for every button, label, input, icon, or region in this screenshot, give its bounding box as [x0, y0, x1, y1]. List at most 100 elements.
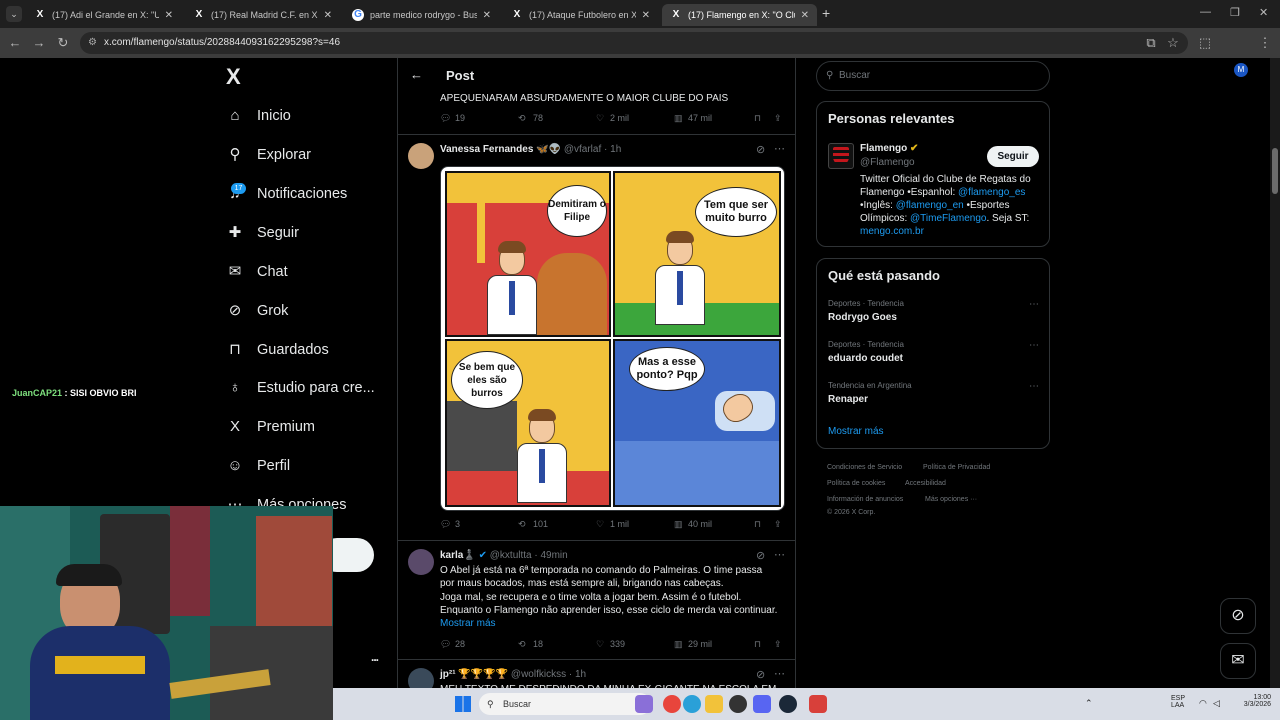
close-window-icon[interactable]: ✕: [1259, 6, 1268, 19]
reply-icon[interactable]: 💬︎: [440, 113, 451, 124]
site-info-icon[interactable]: ⚙: [88, 32, 97, 54]
nav-item[interactable]: ⊘ Grok: [226, 296, 289, 326]
footer-link[interactable]: Política de cookies: [827, 480, 885, 487]
trend-more-icon[interactable]: ⋯: [1029, 340, 1039, 351]
trend-item[interactable]: Renaper: [828, 394, 868, 405]
reply-icon[interactable]: 💬︎: [440, 519, 451, 530]
messages-fab-icon[interactable]: ✉: [1220, 643, 1256, 679]
tweet-more-icon[interactable]: ⋯: [774, 667, 785, 680]
steam-icon[interactable]: [779, 695, 797, 713]
comic-image[interactable]: Demitiram o Filipe Tem que ser muito bur…: [440, 166, 785, 511]
tray-chevron-icon[interactable]: ⌃: [1085, 698, 1093, 709]
cast-icon[interactable]: ⧉: [1142, 34, 1160, 52]
new-tab-button[interactable]: +: [822, 5, 830, 21]
nav-item[interactable]: ☺ Perfil: [226, 451, 290, 481]
footer-link[interactable]: Información de anuncios: [827, 496, 903, 503]
chrome-icon[interactable]: [663, 695, 681, 713]
close-tab-icon[interactable]: ✕: [801, 10, 809, 21]
trend-more-icon[interactable]: ⋯: [1029, 299, 1039, 310]
search-input[interactable]: ⚲ Buscar: [816, 61, 1050, 91]
reload-icon[interactable]: ↻: [54, 34, 72, 52]
back-icon[interactable]: ←: [6, 34, 24, 52]
windows-start-icon[interactable]: [455, 696, 471, 712]
tab-search-button[interactable]: ⌄: [6, 6, 22, 22]
retweet-icon[interactable]: ⟲: [518, 519, 526, 530]
share-icon[interactable]: ⇪: [774, 519, 782, 530]
bio-link[interactable]: @TimeFlamengo: [910, 213, 986, 224]
retweet-icon[interactable]: ⟲: [518, 113, 526, 124]
close-tab-icon[interactable]: ✕: [165, 10, 173, 21]
retweet-icon[interactable]: ⟲: [518, 639, 526, 650]
maximize-window-icon[interactable]: ❐: [1230, 6, 1240, 19]
address-bar[interactable]: ⚙ x.com/flamengo/status/2028844093162295…: [80, 32, 1188, 54]
nav-item[interactable]: ⌂ Inicio: [226, 101, 290, 131]
views-icon[interactable]: ▥: [674, 113, 683, 124]
account-name[interactable]: Flamengo ✔: [860, 143, 918, 154]
like-icon[interactable]: ♡: [596, 639, 604, 650]
language-indicator[interactable]: ESP LAA: [1171, 695, 1185, 709]
nav-item[interactable]: X Premium: [226, 412, 315, 442]
edge-icon[interactable]: [683, 695, 701, 713]
nav-item[interactable]: ♁ Estudio para cre...: [226, 373, 374, 403]
footer-link[interactable]: Más opciones ···: [925, 496, 977, 503]
footer-link[interactable]: Condiciones de Servicio: [827, 464, 902, 471]
avatar[interactable]: [408, 143, 434, 169]
flamengo-avatar[interactable]: [828, 143, 854, 169]
views-icon[interactable]: ▥: [674, 639, 683, 650]
discord-icon[interactable]: [753, 695, 771, 713]
bio-link[interactable]: @flamengo_es: [958, 187, 1025, 198]
views-icon[interactable]: ▥: [674, 519, 683, 530]
tweet-more-icon[interactable]: ⋯: [774, 548, 785, 561]
nav-item[interactable]: ✚ Seguir: [226, 218, 299, 248]
taskbar-search[interactable]: ⚲ Buscar: [479, 693, 651, 715]
show-more-link[interactable]: Mostrar más: [440, 617, 496, 630]
grok-icon[interactable]: ⊘: [756, 668, 765, 681]
back-arrow-icon[interactable]: ←: [410, 67, 423, 82]
page-scrollbar[interactable]: [1270, 58, 1280, 720]
clock[interactable]: 13:00 3/3/2026: [1235, 694, 1271, 708]
browser-tab[interactable]: G parte medico rodrygo - Buscar ✕: [344, 4, 499, 26]
minimize-window-icon[interactable]: —: [1200, 6, 1211, 18]
volume-icon[interactable]: ◁: [1213, 698, 1220, 709]
close-tab-icon[interactable]: ✕: [324, 10, 332, 21]
forward-icon[interactable]: →: [30, 34, 48, 52]
bookmark-icon[interactable]: ⊓: [754, 639, 761, 650]
reply-icon[interactable]: 💬︎: [440, 639, 451, 650]
nav-item[interactable]: ✉ Chat: [226, 257, 288, 287]
follow-button[interactable]: Seguir: [987, 146, 1039, 167]
share-icon[interactable]: ⇪: [774, 639, 782, 650]
browser-tab[interactable]: X (17) Adi el Grande en X: "Uno d ✕: [26, 4, 181, 26]
share-icon[interactable]: ⇪: [774, 113, 782, 124]
app-icon[interactable]: [809, 695, 827, 713]
taskview-icon[interactable]: [635, 695, 653, 713]
like-icon[interactable]: ♡: [596, 113, 604, 124]
avatar[interactable]: [408, 549, 434, 575]
trend-item[interactable]: eduardo coudet: [828, 353, 903, 364]
grok-icon[interactable]: ⊘: [756, 549, 765, 562]
nav-item[interactable]: ⊓ Guardados: [226, 335, 329, 365]
x-logo[interactable]: X: [226, 66, 248, 88]
tweet-author[interactable]: karla♟️ ✔ @kxtultta · 49min: [440, 550, 568, 561]
browser-menu-icon[interactable]: ⋮: [1256, 34, 1274, 52]
close-tab-icon[interactable]: ✕: [483, 10, 491, 21]
browser-tab[interactable]: X (17) Real Madrid C.F. en X: "Par ✕: [185, 4, 340, 26]
footer-link[interactable]: Política de Privacidad: [923, 464, 990, 471]
show-more-link[interactable]: Mostrar más: [828, 426, 884, 437]
more-dots-icon[interactable]: ...: [371, 650, 379, 664]
obs-icon[interactable]: [729, 695, 747, 713]
tweet-author[interactable]: jp²¹ 🏆🏆🏆🏆 @wolfkickss · 1h: [440, 669, 586, 680]
extensions-icon[interactable]: ⬚: [1196, 34, 1214, 52]
footer-link[interactable]: Accesibilidad: [905, 480, 946, 487]
bio-link[interactable]: mengo.com.br: [860, 225, 1046, 238]
bookmark-star-icon[interactable]: ☆: [1164, 34, 1182, 52]
tweet-more-icon[interactable]: ⋯: [774, 142, 785, 155]
bookmark-icon[interactable]: ⊓: [754, 519, 761, 530]
profile-avatar[interactable]: M: [1234, 63, 1248, 77]
bookmark-icon[interactable]: ⊓: [754, 113, 761, 124]
nav-item[interactable]: ⚲ Explorar: [226, 140, 312, 170]
browser-tab[interactable]: X (17) Ataque Futbolero en X: " ✕: [503, 4, 658, 26]
grok-icon[interactable]: ⊘: [756, 143, 765, 156]
bio-link[interactable]: @flamengo_en: [896, 200, 964, 211]
close-tab-icon[interactable]: ✕: [642, 10, 650, 21]
tweet-author[interactable]: Vanessa Fernandes 🦋👽 @vfarlaf · 1h: [440, 144, 621, 155]
